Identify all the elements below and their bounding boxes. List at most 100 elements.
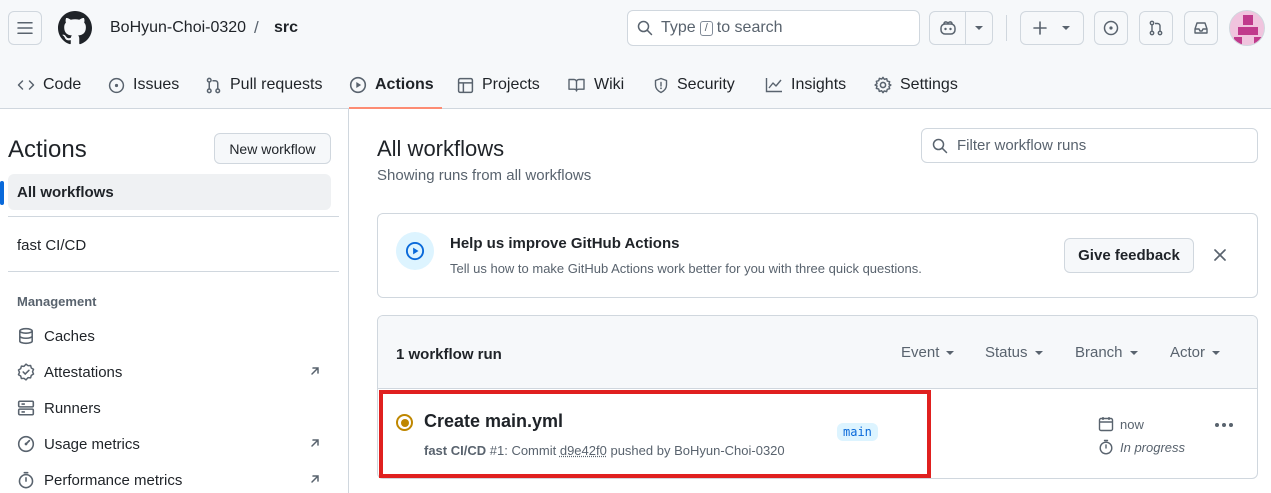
search-icon (637, 20, 653, 36)
sidebar-item-usage-metrics[interactable]: Usage metrics (17, 432, 322, 456)
active-indicator (0, 181, 4, 205)
verified-icon (17, 363, 35, 381)
tab-wiki[interactable]: Wiki (567, 62, 624, 108)
tab-insights[interactable]: Insights (765, 62, 846, 108)
status-filter-dropdown[interactable]: Status (985, 344, 1044, 361)
inbox-button[interactable] (1184, 11, 1218, 45)
pull-requests-button[interactable] (1139, 11, 1173, 45)
identicon-icon (1230, 11, 1264, 45)
sidebar-item-attestations[interactable]: Attestations (17, 360, 322, 384)
sidebar-item-runners[interactable]: Runners (17, 396, 322, 420)
breadcrumb-repo[interactable]: src (274, 19, 298, 37)
runs-list-header: 1 workflow run Event Status Branch Actor (378, 316, 1257, 389)
filter-placeholder: Filter workflow runs (957, 137, 1087, 154)
give-feedback-button[interactable]: Give feedback (1064, 238, 1194, 273)
actions-sidebar: Actions New workflow All workflows fast … (0, 109, 349, 493)
calendar-icon (1098, 417, 1114, 432)
branch-filter-dropdown[interactable]: Branch (1075, 344, 1139, 361)
play-icon (349, 76, 367, 94)
run-status-text: In progress (1120, 439, 1186, 455)
sidebar-item-performance-metrics[interactable]: Performance metrics (17, 468, 322, 492)
chevron-down-icon (946, 350, 955, 355)
run-timestamp: now (1098, 416, 1144, 432)
create-new-button[interactable] (1020, 11, 1084, 45)
tab-code[interactable]: Code (17, 62, 81, 108)
dropdown-label: Status (985, 344, 1028, 361)
server-icon (17, 400, 35, 416)
management-heading: Management (17, 294, 97, 309)
actor-filter-dropdown[interactable]: Actor (1170, 344, 1221, 361)
chevron-down-icon (1034, 350, 1043, 355)
three-bars-icon (17, 22, 33, 34)
tab-pull-requests[interactable]: Pull requests (205, 62, 323, 108)
stopwatch-icon (1099, 439, 1113, 455)
menu-button[interactable] (8, 11, 42, 45)
inbox-icon (1194, 22, 1208, 34)
repo-header: BoHyun-Choi-0320 / src Type / to search … (0, 0, 1271, 109)
search-prefix: Type (661, 19, 696, 36)
filter-workflow-runs-input[interactable]: Filter workflow runs (921, 128, 1258, 163)
dropdown-label: Actor (1170, 344, 1206, 361)
tab-label: Issues (133, 76, 180, 93)
copilot-button[interactable] (929, 11, 993, 45)
sidebar-item-workflow[interactable]: fast CI/CD (17, 237, 86, 254)
sidebar-title: Actions (8, 136, 87, 163)
sidebar-item-caches[interactable]: Caches (17, 324, 322, 348)
banner-title: Help us improve GitHub Actions (450, 235, 680, 252)
new-workflow-button[interactable]: New workflow (214, 133, 331, 164)
sidebar-item-label: Caches (44, 327, 95, 345)
repo-nav: Code Issues Pull requests Actions Projec… (0, 62, 1271, 109)
dropdown-label: Event (901, 344, 940, 361)
tab-label: Actions (375, 76, 434, 93)
sidebar-divider (8, 271, 339, 272)
sidebar-divider (8, 216, 339, 217)
shield-icon (654, 77, 668, 93)
sidebar-item-label: Usage metrics (44, 435, 140, 453)
tab-security[interactable]: Security (653, 62, 735, 108)
runs-count: 1 workflow run (396, 346, 502, 363)
chevron-down-icon (1129, 350, 1138, 355)
search-icon (932, 138, 948, 153)
link-external-icon (311, 439, 319, 447)
copilot-icon (939, 21, 956, 35)
git-pull-request-icon (1149, 20, 1163, 36)
close-icon[interactable] (1213, 248, 1227, 262)
tab-settings[interactable]: Settings (874, 62, 958, 108)
play-icon (405, 241, 425, 261)
breadcrumb-separator: / (254, 18, 259, 37)
breadcrumb-owner[interactable]: BoHyun-Choi-0320 (110, 19, 246, 37)
tab-projects[interactable]: Projects (457, 62, 540, 108)
tab-issues[interactable]: Issues (108, 62, 179, 108)
github-logo-icon[interactable] (58, 11, 92, 45)
global-search-input[interactable]: Type / to search (627, 10, 920, 46)
banner-description: Tell us how to make GitHub Actions work … (450, 261, 922, 276)
link-external-icon (311, 475, 319, 483)
table-icon (457, 77, 474, 93)
dropdown-label: Branch (1075, 344, 1123, 361)
event-filter-dropdown[interactable]: Event (901, 344, 955, 361)
sidebar-item-label: Performance metrics (44, 471, 183, 489)
tab-label: Pull requests (230, 76, 323, 93)
issues-button[interactable] (1094, 11, 1128, 45)
highlight-box (379, 390, 931, 478)
search-shortcut-key: / (699, 20, 713, 36)
search-suffix: to search (716, 19, 783, 36)
gear-icon (874, 76, 892, 94)
meter-icon (17, 435, 35, 453)
user-avatar[interactable] (1229, 10, 1265, 46)
page-subtitle: Showing runs from all workflows (377, 167, 592, 184)
kebab-horizontal-icon[interactable] (1214, 422, 1234, 428)
sidebar-item-label: Attestations (44, 363, 123, 381)
git-pull-request-icon (206, 77, 221, 93)
sidebar-item-all-workflows[interactable]: All workflows (8, 174, 331, 210)
tab-actions[interactable]: Actions (349, 62, 442, 109)
issue-opened-icon (108, 77, 125, 93)
database-icon (19, 327, 33, 345)
tab-label: Projects (482, 76, 540, 93)
chevron-down-icon (1062, 26, 1070, 30)
book-icon (568, 78, 585, 92)
tab-label: Insights (791, 76, 847, 93)
tab-label: Settings (900, 76, 958, 93)
sidebar-item-label: Runners (44, 399, 101, 417)
graph-icon (765, 78, 782, 93)
